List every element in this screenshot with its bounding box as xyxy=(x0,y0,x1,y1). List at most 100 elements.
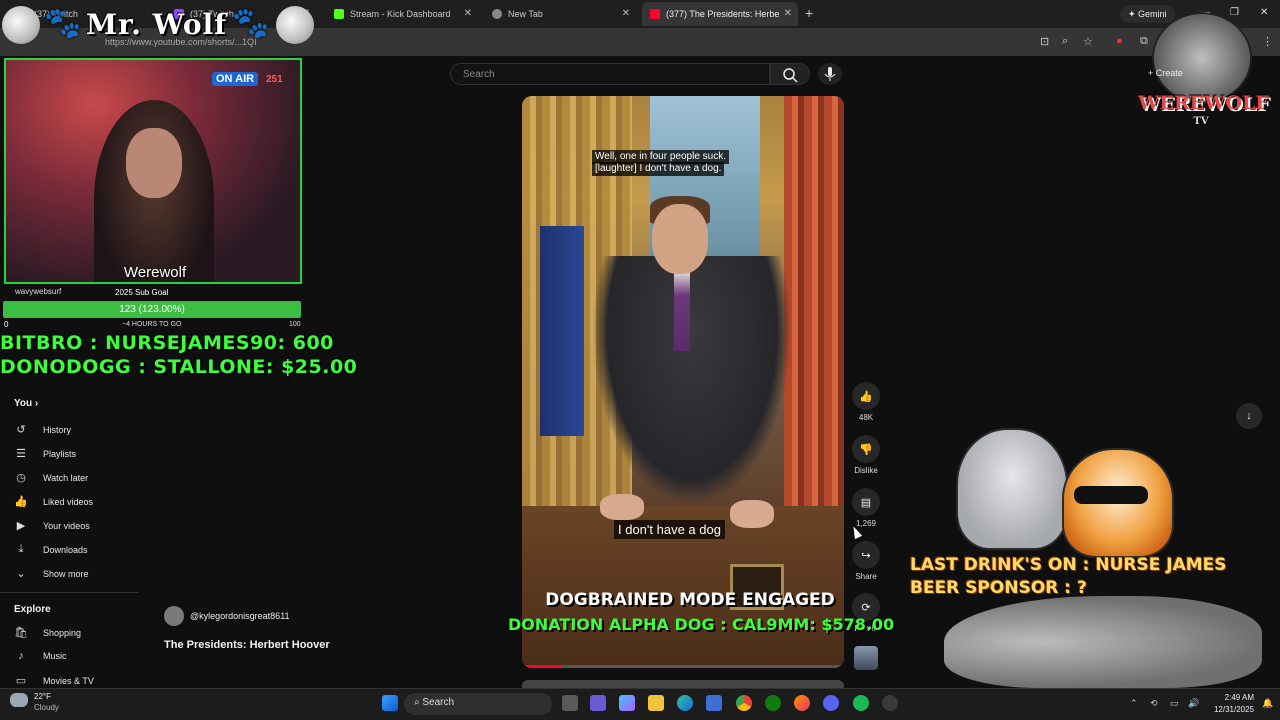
sidebar-item-show-more[interactable]: ⌄ Show more xyxy=(14,567,88,580)
chevron-down-icon: ⌄ xyxy=(16,568,26,580)
xbox-icon[interactable] xyxy=(765,695,781,711)
dislike-button[interactable]: 👎 xyxy=(852,435,880,463)
edge-icon[interactable] xyxy=(677,695,693,711)
video-hand-left xyxy=(600,494,644,520)
goal-username: wavywebsurf xyxy=(15,287,62,296)
new-tab-button[interactable]: + xyxy=(805,5,813,21)
firefox-icon[interactable] xyxy=(794,695,810,711)
share-icon: ↪ xyxy=(861,549,871,562)
taskbar-time[interactable]: 2:49 AM xyxy=(1210,693,1254,702)
grey-cat-illustration xyxy=(956,428,1068,550)
watch-later-icon: ◷ xyxy=(16,472,26,484)
media-player-icon[interactable] xyxy=(882,695,898,711)
logo-title: Mr. Wolf xyxy=(86,8,228,41)
windows-start-icon[interactable] xyxy=(382,695,398,711)
movies-icon: ▭ xyxy=(15,675,27,687)
zoom-icon[interactable]: ⌕ xyxy=(1062,35,1068,48)
sidebar-you-heading[interactable]: You › xyxy=(14,398,38,409)
like-button[interactable]: 👍 xyxy=(852,382,880,410)
channel-name[interactable]: @kylegordonisgreat8611 xyxy=(190,611,290,621)
sidebar-item-watch-later[interactable]: ◷ Watch later xyxy=(14,471,88,484)
comment-icon: ▤ xyxy=(860,496,872,509)
weather-temp[interactable]: 22°F xyxy=(34,692,51,701)
next-video-button[interactable]: ↓ xyxy=(1236,403,1262,429)
store-icon[interactable] xyxy=(706,695,722,711)
video-progress-bar[interactable] xyxy=(522,665,844,668)
search-input[interactable]: Search xyxy=(450,63,770,85)
moon-icon xyxy=(276,6,314,44)
spotify-icon[interactable] xyxy=(853,695,869,711)
paw-icon: 🐾 xyxy=(44,7,82,40)
taskbar-date[interactable]: 12/31/2025 xyxy=(1204,705,1254,714)
file-explorer-icon[interactable] xyxy=(648,695,664,711)
like-icon: 👍 xyxy=(14,496,28,508)
goal-title: 2025 Sub Goal xyxy=(115,288,169,297)
mic-icon xyxy=(824,67,836,81)
share-label: Share xyxy=(855,572,877,581)
sidebar-item-shopping[interactable]: 🛍 Shopping xyxy=(14,626,81,639)
video-flag xyxy=(540,226,584,436)
webcam-name-label: Werewolf xyxy=(123,264,187,281)
close-icon[interactable]: ✕ xyxy=(464,8,472,19)
install-icon[interactable]: ⊡ xyxy=(1040,35,1049,48)
ticker-line-2: DONODOGG : STALLONE: $25.00 xyxy=(0,356,358,378)
create-button[interactable]: + Create xyxy=(1148,68,1183,78)
ticker-line-1: BITBRO : NURSEJAMES90: 600 xyxy=(0,332,334,354)
sidebar-item-movies-tv[interactable]: ▭ Movies & TV xyxy=(14,674,94,687)
download-icon: ⤓ xyxy=(18,543,24,555)
extension-icon[interactable]: ● xyxy=(1116,35,1123,47)
sidebar-item-music[interactable]: ♪ Music xyxy=(14,650,66,662)
volume-icon[interactable]: 🔊 xyxy=(1188,698,1199,709)
werewolf-tv-text: TV xyxy=(1193,116,1209,127)
network-icon[interactable]: ▭ xyxy=(1170,698,1179,709)
goal-max: 100 xyxy=(289,321,301,328)
chrome-icon[interactable] xyxy=(736,695,752,711)
copilot-icon[interactable] xyxy=(619,695,635,711)
notification-icon[interactable]: 🔔 xyxy=(1262,698,1273,709)
video-title: The Presidents: Herbert Hoover xyxy=(164,639,330,651)
close-icon[interactable]: ✕ xyxy=(622,8,630,19)
tray-chevron-icon[interactable]: ⌃ xyxy=(1130,698,1138,709)
caption-line-2: [laughter] I don't have a dog. xyxy=(592,162,725,176)
video-tie xyxy=(674,271,690,351)
windows-taskbar xyxy=(0,688,1280,720)
tab-youtube-active[interactable]: (377) The Presidents: Herbe ✕ xyxy=(642,2,798,26)
next-short-preview[interactable] xyxy=(522,680,844,688)
dislike-label: Dislike xyxy=(854,466,878,475)
search-button[interactable] xyxy=(770,63,810,85)
sidebar-item-your-videos[interactable]: ▶ Your videos xyxy=(14,519,90,532)
burned-in-caption: I don't have a dog xyxy=(614,520,725,539)
donation-banner: DONATION ALPHA DOG : CAL9MM: $578.00 xyxy=(508,615,895,634)
drink-line-1: LAST DRINK'S ON : NURSE JAMES xyxy=(910,555,1227,575)
sunglasses-icon xyxy=(1074,486,1148,504)
voice-search-button[interactable] xyxy=(818,63,842,85)
kick-icon xyxy=(334,9,344,19)
paw-icon: 🐾 xyxy=(232,7,270,40)
teams-icon[interactable] xyxy=(590,695,606,711)
tab-kick-dashboard[interactable]: Stream - Kick Dashboard ✕ xyxy=(326,2,478,26)
mode-banner: DOGBRAINED MODE ENGAGED xyxy=(545,590,835,610)
tab-new-tab[interactable]: New Tab ✕ xyxy=(484,2,636,26)
screen: (37) Twitch (37) Twitch ✕ Stream - Kick … xyxy=(0,0,1280,720)
task-view-icon[interactable] xyxy=(562,695,578,711)
webcam-feed: ON AIR 251 Werewolf xyxy=(4,58,302,284)
weather-desc[interactable]: Cloudy xyxy=(34,703,59,712)
sidebar-item-liked-videos[interactable]: 👍 Liked videos xyxy=(14,495,93,508)
star-icon[interactable]: ☆ xyxy=(1083,35,1093,48)
like-count: 48K xyxy=(858,413,874,422)
cloud-icon xyxy=(10,693,28,707)
taskbar-search[interactable]: ⌕ Search xyxy=(404,693,552,715)
goal-min: 0 xyxy=(4,320,9,329)
discord-icon[interactable] xyxy=(823,695,839,711)
video-progress-fill xyxy=(522,665,561,668)
sidebar-item-history[interactable]: ↺ History xyxy=(14,423,71,436)
shorts-video-player[interactable]: Well, one in four people suck. [laughter… xyxy=(522,96,844,668)
wolf-head-icon xyxy=(1152,12,1252,104)
tray-app-icon[interactable]: ⟲ xyxy=(1150,698,1158,709)
comments-button[interactable]: ▤ xyxy=(852,488,880,516)
sidebar-item-playlists[interactable]: ☰ Playlists xyxy=(14,447,76,460)
sidebar-item-downloads[interactable]: ⤓ Downloads xyxy=(14,543,88,556)
close-icon[interactable]: ✕ xyxy=(784,8,792,19)
share-button[interactable]: ↪ xyxy=(852,541,880,569)
audio-channel-thumbnail[interactable] xyxy=(854,646,878,670)
